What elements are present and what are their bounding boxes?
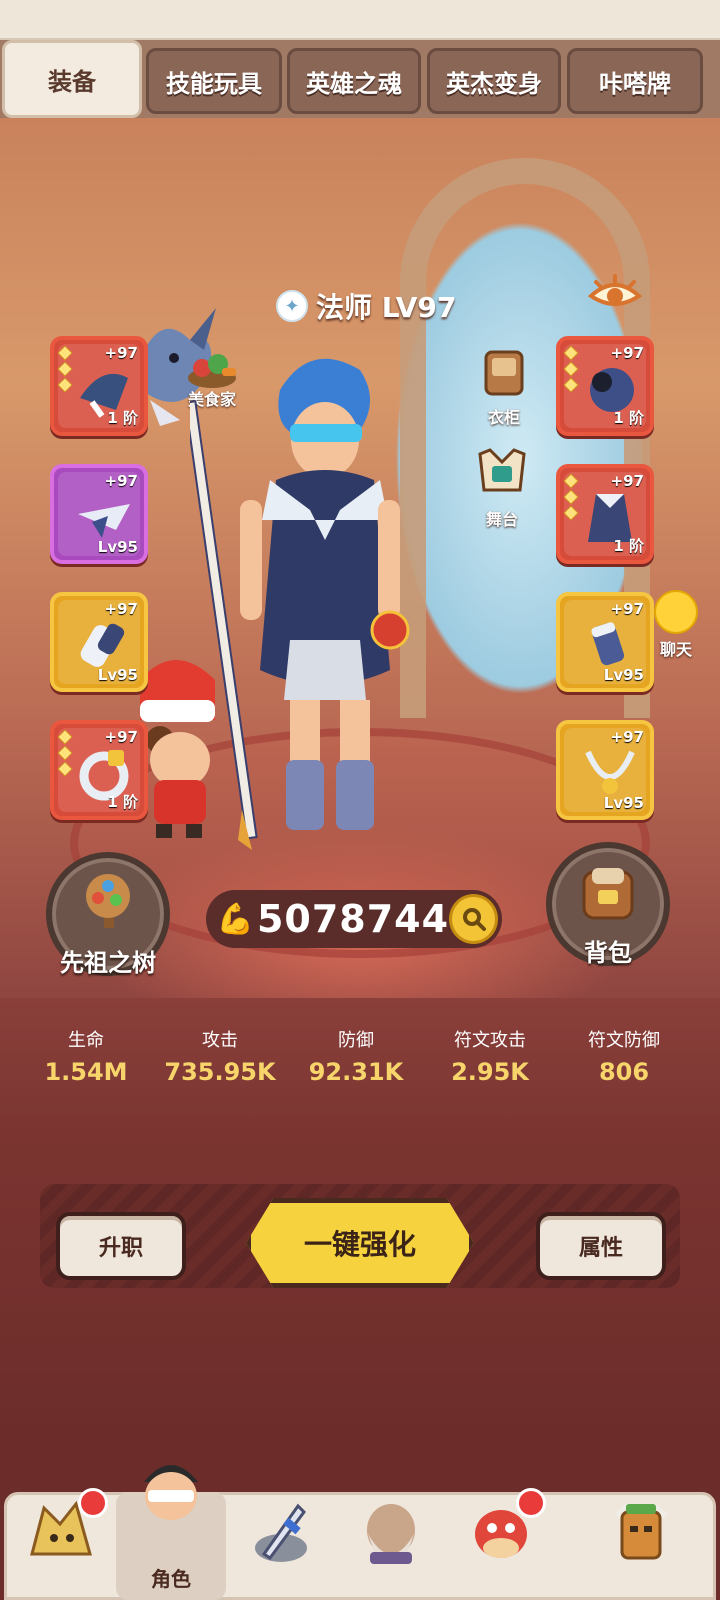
top-strip	[0, 0, 720, 40]
ancestor-tree-label: 先祖之树	[60, 949, 156, 977]
equip-slot-necklace[interactable]: +97 Lv95	[556, 720, 654, 820]
stat-value: 92.31K	[308, 1058, 404, 1086]
nav-label-character: 角色	[151, 1567, 191, 1591]
item-tier: Lv95	[97, 538, 138, 556]
character-name-level: 法师 LV97	[316, 291, 457, 324]
tab-skill-toys[interactable]: 技能玩具	[146, 48, 282, 114]
combat-power-bar: 💪 5078744	[206, 890, 502, 948]
nav-item-1[interactable]	[6, 1486, 116, 1600]
notification-badge	[78, 1488, 108, 1518]
tab-hero-soul[interactable]: 英雄之魂	[287, 48, 421, 114]
enhance-level: +97	[104, 344, 138, 362]
elder-icon	[367, 1504, 415, 1564]
item-tier: 1 阶	[107, 409, 138, 427]
equip-slot-offhand[interactable]: +97 Lv95	[50, 464, 148, 564]
backpack-label: 背包	[584, 939, 632, 967]
tab-equipment[interactable]: 装备	[2, 40, 142, 118]
stat-label: 符文防御	[588, 1030, 660, 1051]
backpack-icon	[582, 868, 634, 920]
stage-button[interactable]: 舞台	[470, 446, 534, 530]
mage-class-icon: ✦	[276, 290, 308, 322]
wardrobe-button[interactable]: 衣柜	[472, 344, 536, 428]
equip-slot-ring[interactable]: +97 1 阶	[50, 720, 148, 820]
stat-rune-defense: 符文防御 806	[564, 1026, 684, 1086]
combat-power-value: 5078744	[256, 897, 450, 941]
enhance-level: +97	[610, 600, 644, 618]
character-title: ✦ 法师 LV97	[276, 288, 456, 324]
nav-item-6[interactable]	[586, 1486, 714, 1600]
stat-value: 2.95K	[451, 1058, 529, 1086]
stat-attack: 攻击 735.95K	[160, 1026, 280, 1086]
stat-value: 806	[598, 1058, 650, 1086]
enhance-level: +97	[610, 472, 644, 490]
stat-defense: 防御 92.31K	[296, 1026, 416, 1086]
enhance-level: +97	[104, 728, 138, 746]
enhance-level: +97	[610, 344, 644, 362]
nav-item-3[interactable]	[226, 1486, 336, 1600]
tab-hero-transform[interactable]: 英杰变身	[427, 48, 561, 114]
sword-rock-icon	[255, 1503, 307, 1562]
equip-slot-gloves[interactable]: +97 Lv95	[50, 592, 148, 692]
stage-label: 舞台	[485, 510, 518, 529]
promote-button[interactable]: 升职	[56, 1212, 186, 1280]
tab-click-cards[interactable]: 咔嗒牌	[567, 48, 703, 114]
ancestor-tree-button[interactable]: 先祖之树	[46, 852, 170, 977]
stat-label: 生命	[68, 1030, 104, 1051]
eye-icon[interactable]	[588, 274, 642, 314]
stat-rune-attack: 符文攻击 2.95K	[430, 1026, 550, 1086]
attributes-button[interactable]: 属性	[536, 1212, 666, 1280]
action-area	[0, 1118, 720, 1460]
nav-item-4[interactable]	[336, 1486, 446, 1600]
nav-item-character[interactable]: 角色	[116, 1465, 226, 1600]
item-tier: Lv95	[603, 666, 644, 684]
equip-slot-helmet[interactable]: +97 1 阶	[556, 336, 654, 436]
stat-hp: 生命 1.54M	[26, 1026, 146, 1086]
equip-slot-weapon[interactable]: +97 1 阶	[50, 336, 148, 436]
hero-face-icon	[144, 1465, 198, 1520]
wardrobe-label: 衣柜	[487, 408, 520, 427]
item-tier: 1 阶	[613, 409, 644, 427]
stat-value: 735.95K	[164, 1058, 276, 1086]
stat-label: 攻击	[202, 1030, 238, 1051]
nav-item-5[interactable]	[446, 1486, 556, 1600]
stat-label: 符文攻击	[454, 1030, 526, 1051]
equip-slot-armor[interactable]: +97 1 阶	[556, 464, 654, 564]
backpack-button[interactable]: 背包	[546, 842, 670, 967]
enhance-level: +97	[104, 600, 138, 618]
strength-arm-icon: 💪	[216, 901, 255, 937]
totem-icon	[614, 1502, 668, 1560]
enhance-level: +97	[104, 472, 138, 490]
wardrobe-icon	[484, 350, 524, 396]
enhance-level: +97	[610, 728, 644, 746]
tree-icon	[86, 874, 130, 928]
stat-value: 1.54M	[44, 1058, 128, 1086]
search-icon[interactable]	[449, 894, 498, 944]
stage-icon	[478, 448, 526, 492]
notification-badge	[516, 1488, 546, 1518]
one-key-enhance-button[interactable]: 一键强化	[246, 1198, 474, 1288]
equip-slot-boots[interactable]: +97 Lv95	[556, 592, 654, 692]
item-tier: 1 阶	[107, 793, 138, 811]
item-tier: Lv95	[97, 666, 138, 684]
item-tier: 1 阶	[613, 537, 644, 555]
stat-label: 防御	[338, 1030, 374, 1051]
item-tier: Lv95	[603, 794, 644, 812]
chat-smiley-icon	[654, 590, 698, 634]
